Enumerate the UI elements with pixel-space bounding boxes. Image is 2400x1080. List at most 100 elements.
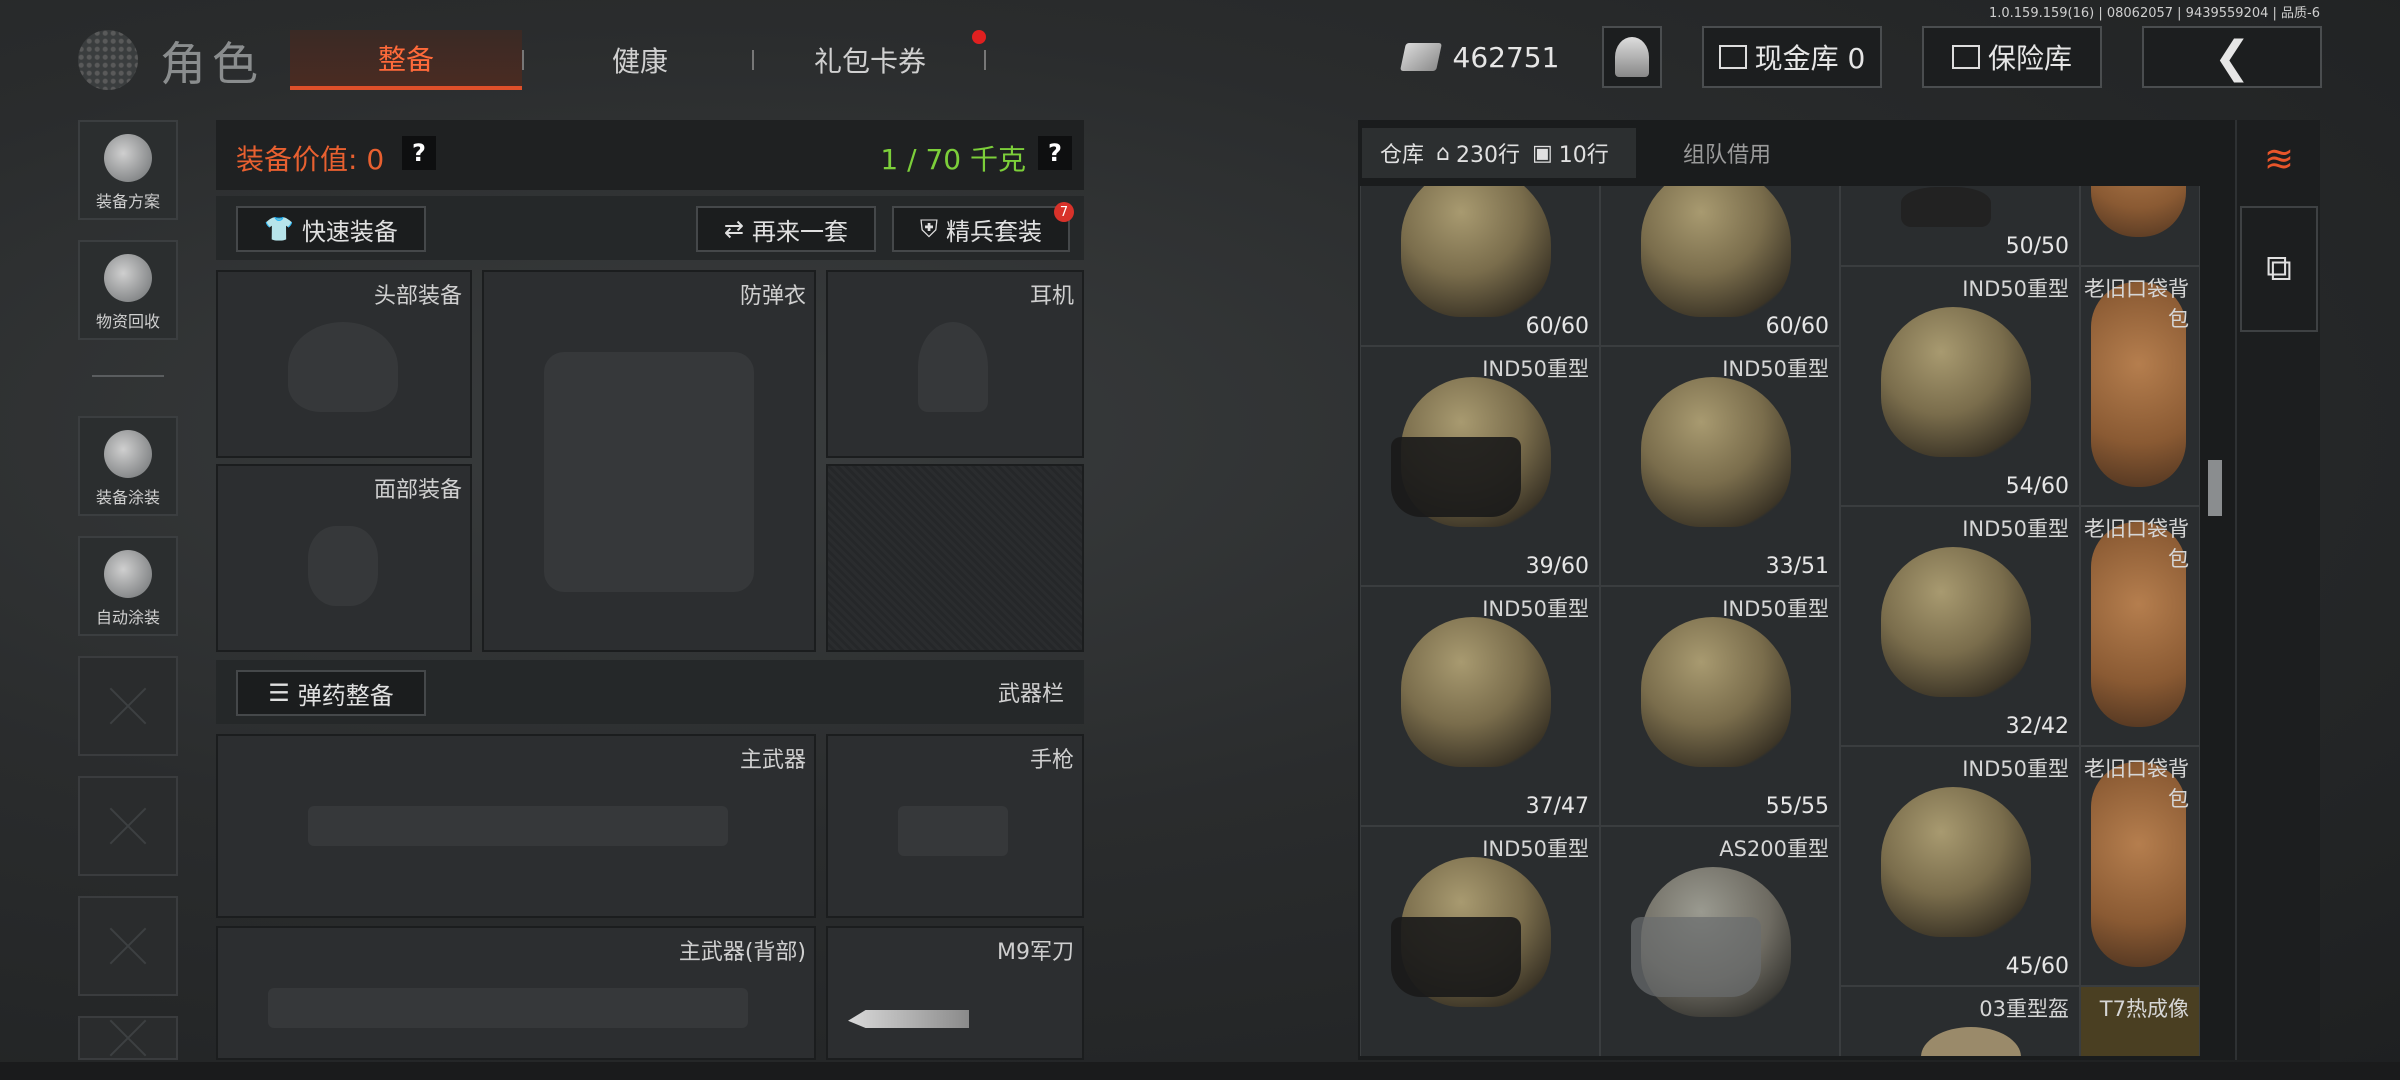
auto-paint-icon [104,550,152,598]
notification-dot [972,30,986,44]
tab-team-borrow[interactable]: 组队借用 [1652,128,1802,178]
headset-slot[interactable]: 耳机 [826,270,1084,458]
face-slot-label: 面部装备 [373,478,462,503]
weight-help-button[interactable]: ? [1038,136,1072,170]
item-name: IND50重型 [1722,357,1829,381]
helmet-icon [1881,547,2031,697]
warehouse-item[interactable]: 老旧口袋背包 [2080,746,2200,986]
sidebar-item-label: 装备涂装 [95,488,160,507]
warehouse-side-bar: ≋ ⧉ [2235,120,2320,1060]
weapon-bar-label: 武器栏 [997,682,1064,707]
tab-health[interactable]: 健康 [540,30,740,90]
store-all-button[interactable]: ⧉ [2240,206,2318,332]
rifle-silhouette-icon [308,806,728,846]
back-button[interactable]: ❮ [2142,26,2322,88]
head-slot[interactable]: 头部装备 [216,270,472,458]
item-name: 老旧口袋背包 [2084,757,2189,811]
warehouse-item[interactable]: IND50重型 54/60 [1840,266,2080,506]
item-durability: 54/60 [2005,474,2069,499]
armor-slot[interactable]: 防弹衣 [482,270,816,652]
item-name: IND50重型 [1482,837,1589,861]
rifle-back-silhouette-icon [268,988,748,1028]
warehouse-item[interactable] [2080,186,2200,266]
empty-extra-slot [826,464,1084,652]
warehouse-item[interactable]: 60/60 [1360,186,1600,346]
pistol-slot-label: 手枪 [1029,748,1074,773]
knife-slot-label: M9军刀 [997,940,1074,965]
sidebar-item-loadout[interactable]: 装备方案 [78,120,178,220]
elite-set-badge: 7 [1054,202,1074,222]
warehouse-item[interactable]: AS200重型 [1600,826,1840,1056]
again-set-button[interactable]: ⇄ 再来一套 [696,206,876,252]
tab-gift-cards[interactable]: 礼包卡券 [760,30,980,90]
warehouse-item[interactable]: 老旧口袋背包 [2080,266,2200,506]
sidebar-item-label: 物资回收 [95,312,160,331]
item-name: 老旧口袋背包 [2084,517,2189,571]
elite-set-button[interactable]: ⛨ 精兵套装 [892,206,1070,252]
warehouse-item[interactable]: IND50重型 [1360,826,1600,1056]
warehouse-item[interactable]: 03重型盔 [1840,986,2080,1056]
layers-down-icon: ⧉ [2266,248,2292,289]
knife-slot[interactable]: M9军刀 [826,926,1084,1060]
primary-weapon-slot[interactable]: 主武器 [216,734,816,918]
warehouse-item[interactable]: IND50重型 39/60 [1360,346,1600,586]
item-durability: 50/50 [2005,234,2069,259]
warehouse-item[interactable]: IND50重型 33/51 [1600,346,1840,586]
warehouse-item[interactable]: T7热成像 [2080,986,2200,1056]
warehouse-item[interactable]: 50/50 [1840,186,2080,266]
warehouse-rows-2: 10行 [1558,143,1609,168]
warehouse-item[interactable]: 老旧口袋背包 [2080,506,2200,746]
warehouse-tabs: 仓库 ⌂ 230行 ▣ 10行 组队借用 [1362,128,1812,178]
face-shield-icon [1631,917,1761,997]
agent-button[interactable] [1602,26,1662,88]
vest-silhouette-icon [544,352,754,592]
tab-separator [984,50,986,70]
head-slot-label: 头部装备 [373,284,462,309]
sort-button[interactable]: ≋ [2240,120,2318,198]
sidebar-item-paint[interactable]: 装备涂装 [78,416,178,516]
back-arrow-icon: ❮ [2213,31,2251,83]
item-durability: 32/42 [2005,714,2069,739]
bottom-strip [0,1062,2400,1080]
ammo-prep-button[interactable]: ☰ 弹药整备 [236,670,426,716]
pistol-slot[interactable]: 手枪 [826,734,1084,918]
warehouse-item[interactable]: IND50重型 37/47 [1360,586,1600,826]
knife-icon [848,1010,969,1028]
tab-warehouse[interactable]: 仓库 ⌂ 230行 ▣ 10行 [1362,128,1636,178]
empty-sidebar-slot [78,776,178,876]
item-durability: 45/60 [2005,954,2069,979]
warehouse-item[interactable]: 60/60 [1600,186,1840,346]
quick-equip-button[interactable]: 👕 快速装备 [236,206,426,252]
warehouse-scrollbar[interactable] [2208,460,2222,516]
cash-vault-button[interactable]: 现金库 0 [1702,26,1882,88]
safe-button[interactable]: 保险库 [1922,26,2102,88]
warehouse-item[interactable]: IND50重型 55/55 [1600,586,1840,826]
value-help-button[interactable]: ? [402,136,436,170]
warehouse-item[interactable]: IND50重型 32/42 [1840,506,2080,746]
equipment-value: 装备价值: 0 [236,143,385,176]
face-slot[interactable]: 面部装备 [216,464,472,652]
item-durability: 37/47 [1525,794,1589,819]
equipment-value-bar: 装备价值: 0 ? 1 / 70 千克 ? [216,120,1084,190]
empty-sidebar-slot [78,656,178,756]
empty-sidebar-slot [78,1016,178,1060]
tab-equip[interactable]: 整备 [290,30,522,90]
item-name: IND50重型 [1482,357,1589,381]
item-name: 老旧口袋背包 [2084,277,2189,331]
primary-back-slot[interactable]: 主武器(背部) [216,926,816,1060]
refresh-icon: ⇄ [723,215,745,243]
helmet-icon [1881,307,2031,457]
sidebar-item-auto-paint[interactable]: 自动涂装 [78,536,178,636]
ammo-prep-label: 弹药整备 [297,681,394,710]
warehouse-tab-label: 仓库 [1380,143,1425,168]
weight-value: 1 / 70 千克 [880,143,1026,176]
item-durability: 55/55 [1765,794,1829,819]
warehouse-item[interactable]: IND50重型 45/60 [1840,746,2080,986]
tab-separator [522,50,524,70]
tab-separator [752,50,754,70]
shirt-icon: 👕 [264,215,294,243]
item-name: IND50重型 [1482,597,1589,621]
pistol-silhouette-icon [898,806,1008,856]
cash-icon [1399,43,1442,71]
sidebar-item-recycle[interactable]: 物资回收 [78,240,178,340]
